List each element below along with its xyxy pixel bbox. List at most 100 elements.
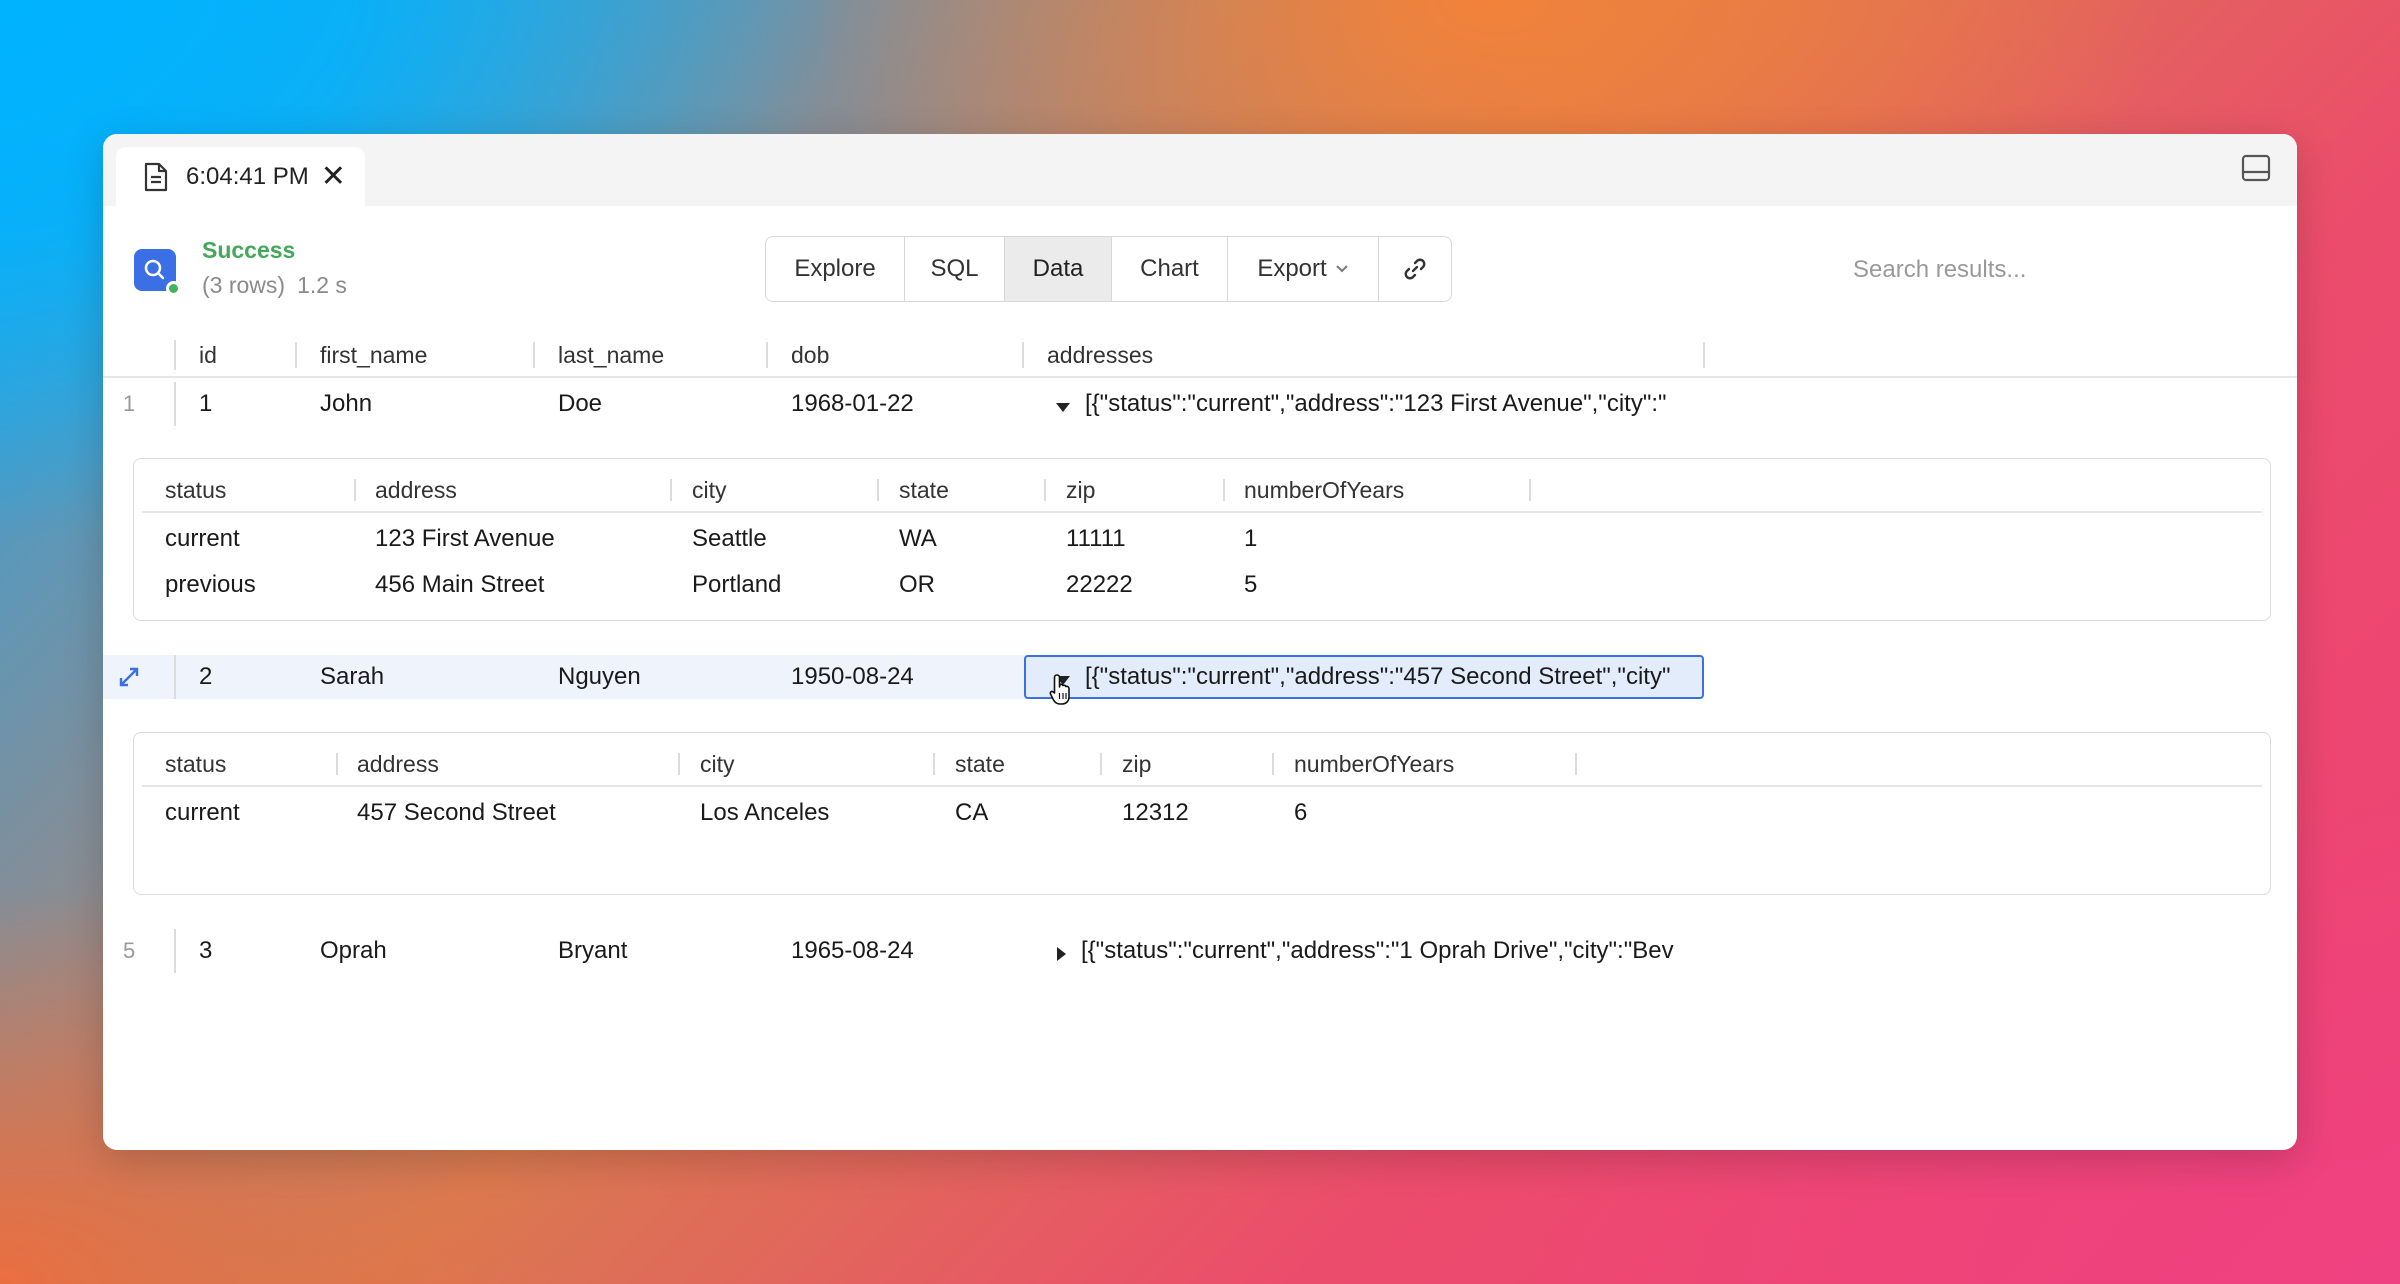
nested-header-status[interactable]: status (165, 751, 226, 778)
nested-cell-state[interactable]: WA (899, 525, 937, 553)
nested-cell-number-of-years[interactable]: 5 (1244, 571, 1257, 599)
nested-header-status[interactable]: status (165, 477, 226, 504)
column-separator[interactable] (1575, 753, 1577, 775)
column-separator[interactable] (933, 753, 935, 775)
column-header-id[interactable]: id (199, 342, 217, 369)
row-number: 1 (123, 391, 136, 416)
nested-header-city[interactable]: city (700, 751, 735, 778)
cell-first-name[interactable]: John (320, 390, 372, 418)
column-separator[interactable] (295, 342, 297, 368)
row-separator (174, 655, 176, 699)
column-separator[interactable] (1044, 479, 1046, 501)
cell-id[interactable]: 3 (199, 937, 212, 965)
cell-last-name[interactable]: Bryant (558, 937, 627, 965)
nested-cell-city[interactable]: Portland (692, 571, 781, 599)
nested-cell-address[interactable]: 123 First Avenue (375, 525, 555, 553)
cell-last-name[interactable]: Doe (558, 390, 602, 418)
nested-cell-state[interactable]: CA (955, 799, 988, 827)
column-header-dob[interactable]: dob (791, 342, 829, 369)
nested-cell-status[interactable]: current (165, 525, 240, 553)
nested-cell-city[interactable]: Seattle (692, 525, 767, 553)
result-tab[interactable]: 6:04:41 PM ✕ (116, 147, 365, 206)
addresses-json: [{"status":"current","address":"457 Seco… (1085, 663, 1671, 690)
export-button[interactable]: Export (1228, 237, 1379, 301)
nested-cell-status[interactable]: current (165, 799, 240, 827)
sql-button[interactable]: SQL (905, 237, 1005, 301)
link-icon (1404, 258, 1426, 280)
column-separator[interactable] (670, 479, 672, 501)
column-separator[interactable] (1022, 342, 1024, 368)
nested-cell-status[interactable]: previous (165, 571, 256, 599)
nested-cell-address[interactable]: 457 Second Street (357, 799, 556, 827)
cell-dob[interactable]: 1968-01-22 (791, 390, 914, 418)
status-title: Success (202, 237, 296, 263)
close-icon[interactable]: ✕ (321, 161, 346, 192)
cell-first-name[interactable]: Oprah (320, 937, 387, 965)
row-count: (3 rows) (202, 272, 286, 298)
cell-addresses-focused[interactable]: [{"status":"current","address":"457 Seco… (1024, 655, 1704, 699)
results-window: 6:04:41 PM ✕ Success (3 rows) 1.2 s Explo… (103, 134, 2297, 1150)
tab-bar: 6:04:41 PM ✕ (103, 134, 2297, 206)
nested-cell-address[interactable]: 456 Main Street (375, 571, 544, 599)
search-input[interactable] (1853, 250, 2253, 290)
nested-header-address[interactable]: address (375, 477, 457, 504)
nested-header-address[interactable]: address (357, 751, 439, 778)
column-header-last-name[interactable]: last_name (558, 342, 664, 369)
column-separator[interactable] (766, 342, 768, 368)
column-separator[interactable] (1703, 342, 1705, 368)
hand-cursor-icon (1049, 674, 1070, 705)
nested-cell-city[interactable]: Los Anceles (700, 799, 829, 827)
column-separator[interactable] (1529, 479, 1531, 501)
expand-down-icon[interactable] (1055, 401, 1071, 413)
cell-id[interactable]: 1 (199, 390, 212, 418)
column-separator[interactable] (174, 340, 176, 370)
column-separator[interactable] (336, 753, 338, 775)
addresses-json: [{"status":"current","address":"123 Firs… (1085, 390, 1667, 417)
nested-header-state[interactable]: state (899, 477, 949, 504)
nested-cell-zip[interactable]: 12312 (1122, 799, 1189, 827)
nested-table: status address city state zip numberOfYe… (133, 732, 2271, 895)
expand-right-icon[interactable] (1055, 946, 1067, 962)
chart-button[interactable]: Chart (1112, 237, 1228, 301)
nested-header-number-of-years[interactable]: numberOfYears (1244, 477, 1404, 504)
row-separator (174, 382, 176, 426)
table-row[interactable]: 1 1 John Doe 1968-01-22 [{"status":"curr… (103, 382, 1703, 426)
cell-dob[interactable]: 1950-08-24 (791, 663, 914, 691)
panel-toggle-icon[interactable] (2241, 154, 2271, 182)
column-separator[interactable] (1100, 753, 1102, 775)
nested-header-number-of-years[interactable]: numberOfYears (1294, 751, 1454, 778)
nested-header-zip[interactable]: zip (1066, 477, 1095, 504)
explore-button[interactable]: Explore (766, 237, 905, 301)
column-separator[interactable] (877, 479, 879, 501)
tab-title: 6:04:41 PM (186, 162, 309, 190)
cell-last-name[interactable]: Nguyen (558, 663, 641, 691)
table-row[interactable]: 5 3 Oprah Bryant 1965-08-24 [{"status":"… (103, 929, 1703, 973)
document-icon (144, 162, 168, 191)
column-header-first-name[interactable]: first_name (320, 342, 427, 369)
nested-cell-zip[interactable]: 22222 (1066, 571, 1133, 599)
cell-addresses[interactable]: [{"status":"current","address":"1 Oprah … (1055, 937, 1701, 965)
nested-header-state[interactable]: state (955, 751, 1005, 778)
nested-header-zip[interactable]: zip (1122, 751, 1151, 778)
export-label: Export (1257, 255, 1327, 282)
expand-row-icon[interactable] (117, 665, 141, 689)
data-button[interactable]: Data (1005, 237, 1112, 301)
column-separator[interactable] (1223, 479, 1225, 501)
view-switcher: Explore SQL Data Chart Export (765, 236, 1452, 302)
nested-cell-zip[interactable]: 11111 (1066, 525, 1126, 553)
column-separator[interactable] (1272, 753, 1274, 775)
cell-first-name[interactable]: Sarah (320, 663, 384, 691)
column-separator[interactable] (354, 479, 356, 501)
cell-id[interactable]: 2 (199, 663, 212, 691)
column-separator[interactable] (678, 753, 680, 775)
table-row-selected[interactable]: 2 Sarah Nguyen 1950-08-24 [{"status":"cu… (103, 655, 1704, 705)
nested-cell-state[interactable]: OR (899, 571, 935, 599)
nested-cell-number-of-years[interactable]: 6 (1294, 799, 1307, 827)
cell-dob[interactable]: 1965-08-24 (791, 937, 914, 965)
column-separator[interactable] (533, 342, 535, 368)
nested-header-city[interactable]: city (692, 477, 727, 504)
cell-addresses[interactable]: [{"status":"current","address":"123 Firs… (1055, 390, 1701, 418)
link-button[interactable] (1379, 237, 1451, 301)
nested-cell-number-of-years[interactable]: 1 (1244, 525, 1257, 553)
column-header-addresses[interactable]: addresses (1047, 342, 1153, 369)
